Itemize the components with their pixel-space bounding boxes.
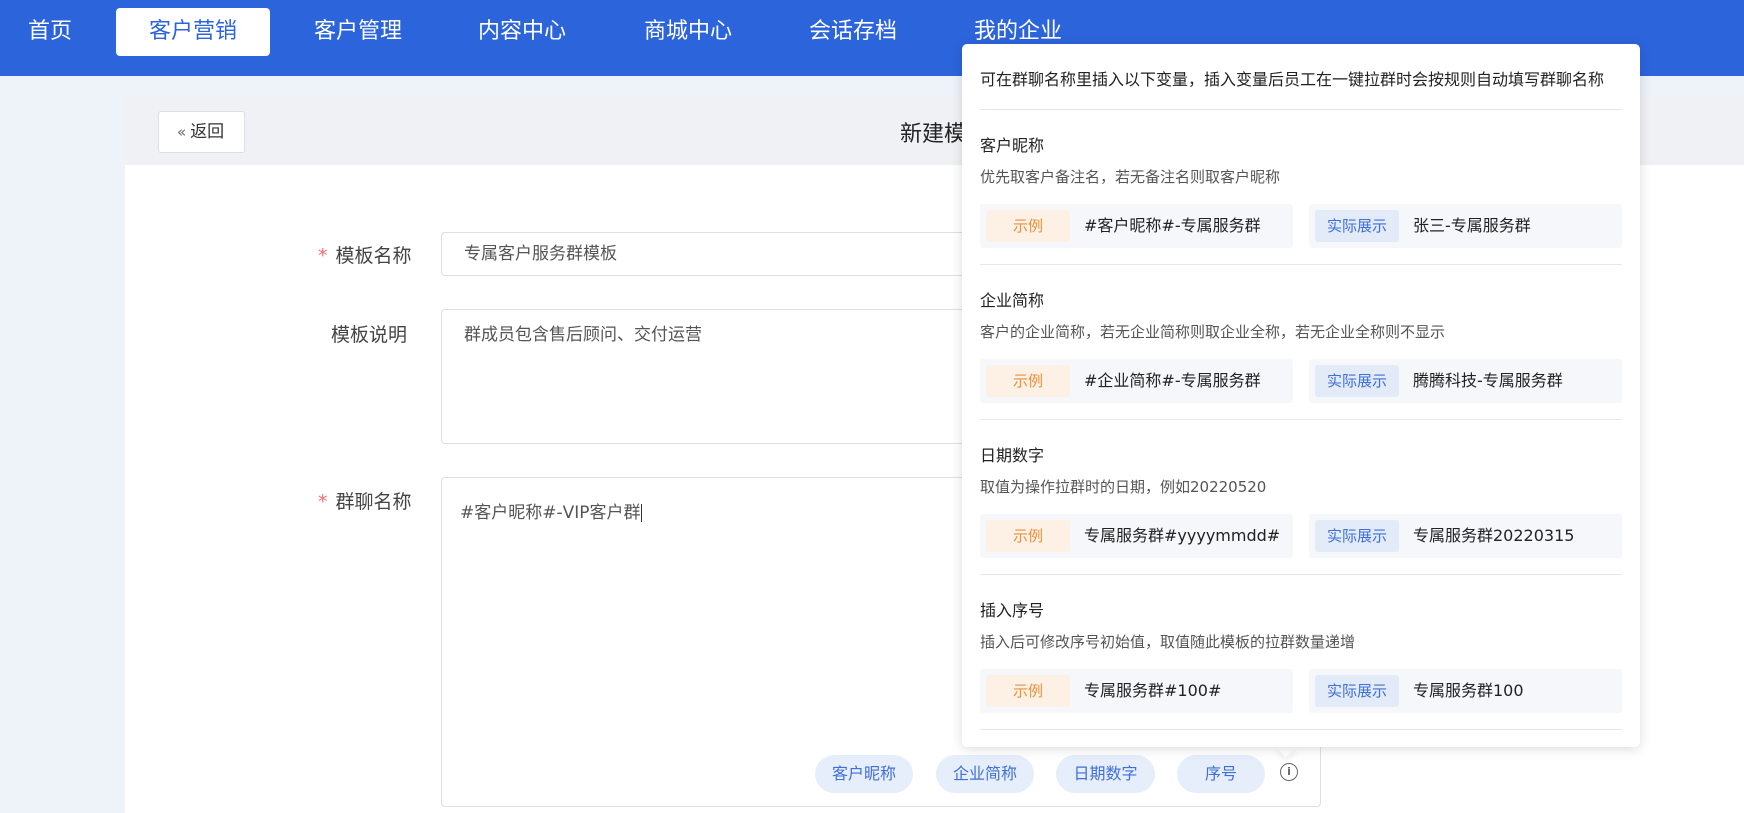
- example-value: 专属服务群#yyyymmdd#: [1084, 526, 1281, 545]
- divider: [980, 419, 1622, 420]
- group-name-label: * 群聊名称: [318, 487, 412, 514]
- display-box: 实际展示 专属服务群20220315: [1309, 514, 1622, 558]
- nav-item-home[interactable]: 首页: [28, 0, 72, 64]
- example-tag: 示例: [986, 210, 1070, 242]
- display-value: 张三-专属服务群: [1413, 216, 1531, 235]
- text-cursor: [640, 504, 642, 522]
- variables-popover: 可在群聊名称里插入以下变量，插入变量后员工在一键拉群时会按规则自动填写群聊名称 …: [962, 44, 1640, 747]
- back-label: 返回: [190, 122, 225, 142]
- template-name-label-text: 模板名称: [335, 245, 412, 267]
- nav-item-customer-management[interactable]: 客户管理: [314, 0, 402, 64]
- var-chip-date-number[interactable]: 日期数字: [1056, 755, 1155, 793]
- nav-item-mall-center[interactable]: 商城中心: [644, 0, 732, 64]
- display-tag: 实际展示: [1315, 675, 1399, 707]
- display-value: 专属服务群20220315: [1413, 526, 1575, 545]
- example-box: 示例 #客户昵称#-专属服务群: [980, 204, 1293, 248]
- divider: [980, 574, 1622, 575]
- divider: [980, 109, 1622, 110]
- example-box: 示例 #企业简称#-专属服务群: [980, 359, 1293, 403]
- section-title: 客户昵称: [980, 136, 1045, 155]
- section-title: 企业简称: [980, 291, 1045, 310]
- example-box: 示例 专属服务群#100#: [980, 669, 1293, 713]
- nav-item-customer-marketing[interactable]: 客户营销: [116, 8, 270, 56]
- display-box: 实际展示 腾腾科技-专属服务群: [1309, 359, 1622, 403]
- var-chip-company-abbr[interactable]: 企业简称: [936, 755, 1034, 793]
- example-tag: 示例: [986, 365, 1070, 397]
- example-box: 示例 专属服务群#yyyymmdd#: [980, 514, 1293, 558]
- display-tag: 实际展示: [1315, 365, 1399, 397]
- template-name-label: * 模板名称: [318, 241, 412, 268]
- group-name-value: #客户昵称#-VIP客户群: [460, 503, 641, 523]
- double-chevron-left-icon: «: [177, 123, 187, 141]
- back-button[interactable]: «返回: [158, 111, 245, 153]
- example-value: #企业简称#-专属服务群: [1084, 371, 1261, 390]
- nav-item-session-archive[interactable]: 会话存档: [809, 0, 897, 64]
- example-tag: 示例: [986, 675, 1070, 707]
- section-title: 插入序号: [980, 601, 1045, 620]
- info-circle-icon[interactable]: i: [1280, 763, 1298, 781]
- var-chip-customer-nickname[interactable]: 客户昵称: [815, 755, 913, 793]
- var-chip-serial-number[interactable]: 序号: [1177, 755, 1265, 793]
- popover-intro: 可在群聊名称里插入以下变量，插入变量后员工在一键拉群时会按规则自动填写群聊名称: [980, 70, 1605, 89]
- section-title: 日期数字: [980, 446, 1045, 465]
- example-value: 专属服务群#100#: [1084, 681, 1222, 700]
- section-desc: 优先取客户备注名，若无备注名则取客户昵称: [980, 168, 1281, 186]
- display-tag: 实际展示: [1315, 520, 1399, 552]
- display-tag: 实际展示: [1315, 210, 1399, 242]
- example-value: #客户昵称#-专属服务群: [1084, 216, 1261, 235]
- display-box: 实际展示 张三-专属服务群: [1309, 204, 1622, 248]
- example-tag: 示例: [986, 520, 1070, 552]
- nav-item-content-center[interactable]: 内容中心: [478, 0, 566, 64]
- display-value: 专属服务群100: [1413, 681, 1524, 700]
- required-mark: *: [318, 245, 328, 267]
- template-desc-label: 模板说明: [331, 324, 408, 346]
- display-box: 实际展示 专属服务群100: [1309, 669, 1622, 713]
- section-desc: 插入后可修改序号初始值，取值随此模板的拉群数量递增: [980, 633, 1356, 651]
- section-desc: 客户的企业简称，若无企业简称则取企业全称，若无企业全称则不显示: [980, 323, 1446, 341]
- group-name-label-text: 群聊名称: [335, 491, 412, 513]
- display-value: 腾腾科技-专属服务群: [1413, 371, 1563, 390]
- page-title: 新建模: [900, 122, 967, 147]
- required-mark: *: [318, 491, 328, 513]
- section-desc: 取值为操作拉群时的日期，例如20220520: [980, 478, 1267, 496]
- divider: [980, 729, 1622, 730]
- divider: [980, 264, 1622, 265]
